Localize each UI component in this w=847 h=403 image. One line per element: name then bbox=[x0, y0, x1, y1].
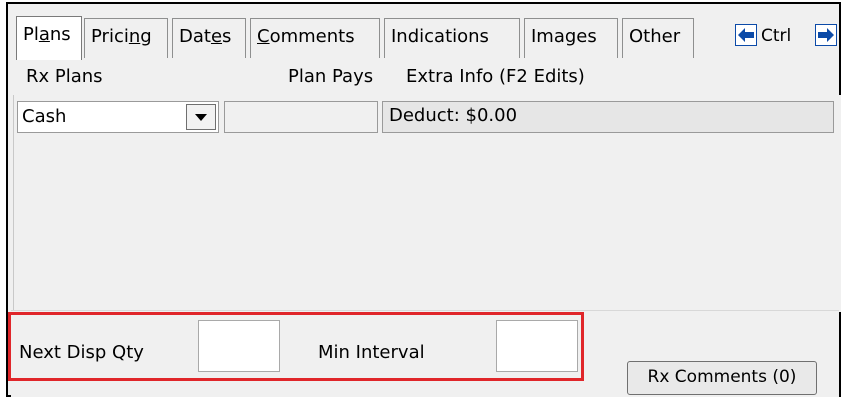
column-header-extra-info: Extra Info (F2 Edits) bbox=[406, 66, 585, 87]
next-tab-button[interactable] bbox=[815, 24, 837, 46]
highlight-box bbox=[8, 312, 584, 381]
plan-pays-field[interactable] bbox=[224, 101, 378, 133]
rx-plan-value: Cash bbox=[22, 106, 67, 127]
tab-pricing[interactable]: Pricing bbox=[84, 18, 168, 58]
rx-plan-select[interactable]: Cash bbox=[17, 101, 219, 133]
left-arrow-icon bbox=[738, 28, 754, 42]
ctrl-label: Ctrl bbox=[761, 26, 792, 46]
column-header-rx-plans: Rx Plans bbox=[26, 66, 103, 87]
tab-other[interactable]: Other bbox=[622, 18, 694, 58]
tab-comments[interactable]: Comments bbox=[250, 18, 380, 58]
prev-tab-button[interactable] bbox=[735, 24, 757, 46]
rx-comments-button[interactable]: Rx Comments (0) bbox=[627, 361, 817, 395]
chevron-down-icon[interactable] bbox=[186, 104, 216, 130]
tab-indications[interactable]: Indications bbox=[384, 18, 520, 58]
extra-info-field[interactable]: Deduct: $0.00 bbox=[382, 101, 834, 133]
tab-dates[interactable]: Dates bbox=[172, 18, 246, 58]
right-arrow-icon bbox=[818, 28, 834, 42]
tab-images[interactable]: Images bbox=[524, 18, 618, 58]
column-header-plan-pays: Plan Pays bbox=[288, 66, 374, 87]
tab-plans[interactable]: Plans bbox=[16, 16, 82, 60]
